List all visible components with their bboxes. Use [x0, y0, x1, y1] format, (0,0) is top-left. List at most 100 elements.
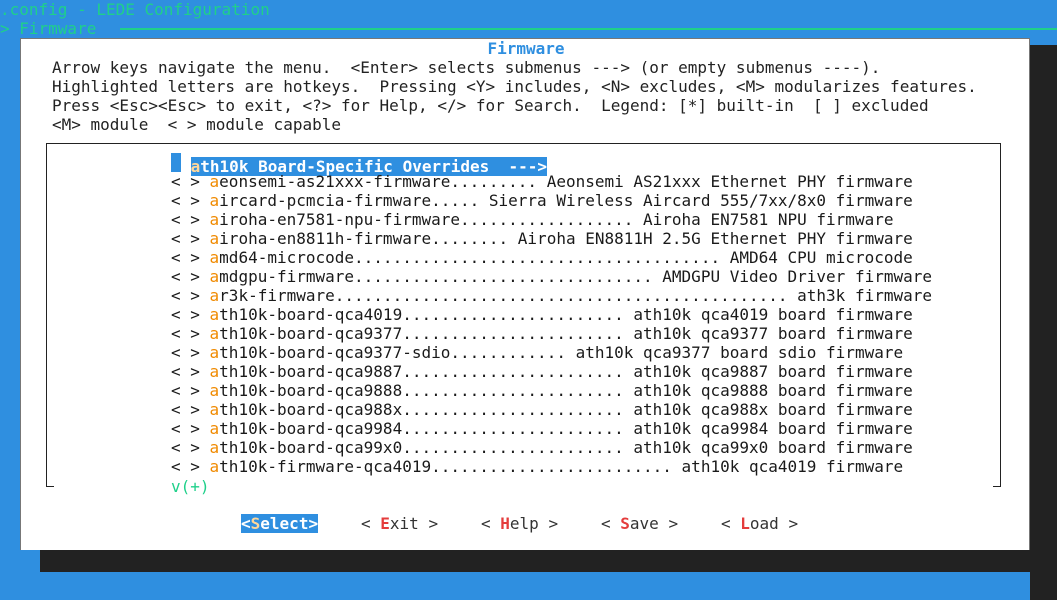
select-button-post: elect> — [260, 514, 319, 533]
menu-item-checkbox: < > — [171, 248, 210, 267]
menu-item-label: ath10k-board-qca9887....................… — [210, 362, 913, 381]
menu-item-hotkey: a — [209, 286, 220, 305]
help-button-pre: < — [481, 514, 501, 533]
save-button-pre: < — [601, 514, 621, 533]
menu-item-hotkey: a — [209, 343, 220, 362]
firmware-dialog: Firmware Arrow keys navigate the menu. <… — [20, 38, 1030, 550]
menu-frame-corner-left — [46, 479, 54, 487]
menu-item-checkbox: < > — [171, 229, 210, 248]
menu-item-hotkey: a — [209, 191, 220, 210]
select-button-pre: < — [241, 514, 251, 533]
menu-item-text: th10k-board-qca9377-sdio............ ath… — [219, 343, 904, 362]
menu-item-hotkey: a — [209, 362, 220, 381]
help-line-2: Highlighted letters are hotkeys. Pressin… — [52, 77, 977, 96]
menu-item-hotkey: a — [209, 248, 220, 267]
menu-item-label: aeonsemi-as21xxx-firmware......... Aeons… — [210, 172, 913, 191]
menu-item-checkbox: < > — [171, 324, 210, 343]
dialog-title: Firmware — [487, 39, 565, 58]
menu-frame-corner-right — [993, 479, 1001, 487]
select-button[interactable]: <Select> — [241, 514, 319, 533]
menu-item[interactable]: < > ath10k-board-qca99x0................… — [171, 438, 913, 457]
help-line-4: <M> module < > module capable — [52, 115, 341, 134]
menu-item[interactable]: < > ath10k-board-qca9377................… — [171, 324, 913, 343]
menu-item-hotkey: a — [209, 172, 220, 191]
load-button-hotkey: L — [740, 514, 750, 533]
load-button[interactable]: < Load > — [721, 514, 798, 533]
menu-item-text: iroha-en8811h-firmware........ Airoha EN… — [219, 229, 913, 248]
help-line-1: Arrow keys navigate the menu. <Enter> se… — [52, 58, 881, 77]
menu-item-text: th10k-firmware-qca4019..................… — [219, 457, 904, 476]
menu-item-hotkey: a — [209, 457, 220, 476]
menu-item-text: th10k-board-qca9888.....................… — [219, 381, 913, 400]
menu-item[interactable]: < > aeonsemi-as21xxx-firmware......... A… — [171, 172, 913, 191]
window-title: .config - LEDE Configuration — [0, 0, 270, 19]
breadcrumb: > Firmware — [0, 19, 97, 38]
menu-item-label: ath10k-board-qca4019....................… — [210, 305, 913, 324]
menu-item-checkbox: < > — [171, 419, 210, 438]
menu-item[interactable]: < > ar3k-firmware.......................… — [171, 286, 932, 305]
menu-item-checkbox: < > — [171, 457, 210, 476]
menu-item-text: ircard-pcmcia-firmware..... Sierra Wirel… — [219, 191, 913, 210]
menu-item-text: th10k-board-qca99x0.....................… — [219, 438, 913, 457]
menu-item[interactable]: < > ath10k-board-qca4019................… — [171, 305, 913, 324]
menu-item-hotkey: a — [209, 438, 220, 457]
menu-item-label: ath10k-board-qca9377-sdio............ at… — [210, 343, 904, 362]
help-button[interactable]: < Help > — [481, 514, 558, 533]
header-rule — [120, 28, 1057, 30]
scroll-more-indicator: v(+) — [171, 477, 210, 496]
menu-item[interactable]: < > amdgpu-firmware.....................… — [171, 267, 932, 286]
menu-item[interactable]: < > ath10k-board-qca988x................… — [171, 400, 913, 419]
menu-item-checkbox: < > — [171, 438, 210, 457]
menu-cursor — [171, 153, 181, 172]
menu-item-label: airoha-en8811h-firmware........ Airoha E… — [210, 229, 913, 248]
menu-item[interactable]: < > ath10k-firmware-qca4019.............… — [171, 457, 903, 476]
menu-item-hotkey: a — [209, 381, 220, 400]
menu-item[interactable]: < > ath10k-board-qca9377-sdio...........… — [171, 343, 903, 362]
menu-item-text: iroha-en7581-npu-firmware...............… — [219, 210, 894, 229]
menu-item[interactable]: < > airoha-en8811h-firmware........ Airo… — [171, 229, 913, 248]
dialog-shadow-right — [1030, 45, 1057, 600]
exit-button-hotkey: E — [380, 514, 390, 533]
help-button-post: elp > — [509, 514, 559, 533]
menu-item-label: ath10k-board-qca988x....................… — [210, 400, 913, 419]
menu-item[interactable]: < > airoha-en7581-npu-firmware..........… — [171, 210, 893, 229]
menu-item-label: ath10k-board-qca9888....................… — [210, 381, 913, 400]
menu-item-label: ath10k-firmware-qca4019.................… — [210, 457, 904, 476]
save-button[interactable]: < Save > — [601, 514, 678, 533]
menu-item-hotkey: a — [209, 267, 220, 286]
help-line-3: Press <Esc><Esc> to exit, <?> for Help, … — [52, 96, 929, 115]
menu-item-checkbox: < > — [171, 400, 210, 419]
menu-item-checkbox: < > — [171, 172, 210, 191]
menu-item[interactable]: < > ath10k-board-qca9888................… — [171, 381, 913, 400]
select-button-hotkey: S — [250, 514, 261, 533]
menu-item-hotkey: a — [209, 419, 220, 438]
menu-item[interactable]: < > aircard-pcmcia-firmware..... Sierra … — [171, 191, 913, 210]
menu-item-checkbox: < > — [171, 210, 210, 229]
help-button-hotkey: H — [500, 514, 510, 533]
menu-item-hotkey: a — [209, 400, 220, 419]
menu-item-label: amdgpu-firmware.........................… — [210, 267, 932, 286]
menu-item-label: ath10k-board-qca9377....................… — [210, 324, 913, 343]
menu-item-text: th10k-board-qca9984.....................… — [219, 419, 913, 438]
menu-item-text: th10k-board-qca4019.....................… — [219, 305, 913, 324]
menu-item[interactable]: < > amd64-microcode.....................… — [171, 248, 913, 267]
menu-item[interactable]: < > ath10k-board-qca9984................… — [171, 419, 913, 438]
menu-item-hotkey: a — [209, 324, 220, 343]
menu-item-hotkey: a — [209, 210, 220, 229]
menu-item-checkbox: < > — [171, 362, 210, 381]
menu-item-label: airoha-en7581-npu-firmware..............… — [210, 210, 894, 229]
menu-item-checkbox: < > — [171, 267, 210, 286]
menu-item-label: amd64-microcode.........................… — [210, 248, 913, 267]
menu-item-label: aircard-pcmcia-firmware..... Sierra Wire… — [210, 191, 913, 210]
menu-item[interactable]: < > ath10k-board-qca9887................… — [171, 362, 913, 381]
menu-item-text: mdgpu-firmware..........................… — [219, 267, 932, 286]
exit-button[interactable]: < Exit > — [361, 514, 438, 533]
menu-item-selected[interactable]: ath10k Board-Specific Overrides ---> — [171, 153, 548, 176]
menu-item-checkbox: < > — [171, 286, 210, 305]
menu-item-hotkey: a — [209, 229, 220, 248]
menu-item-text: md64-microcode..........................… — [219, 248, 913, 267]
dialog-shadow-bottom — [40, 550, 1057, 572]
menu-item-checkbox: < > — [171, 381, 210, 400]
menu-item-label: ar3k-firmware...........................… — [210, 286, 932, 305]
save-button-hotkey: S — [620, 514, 630, 533]
